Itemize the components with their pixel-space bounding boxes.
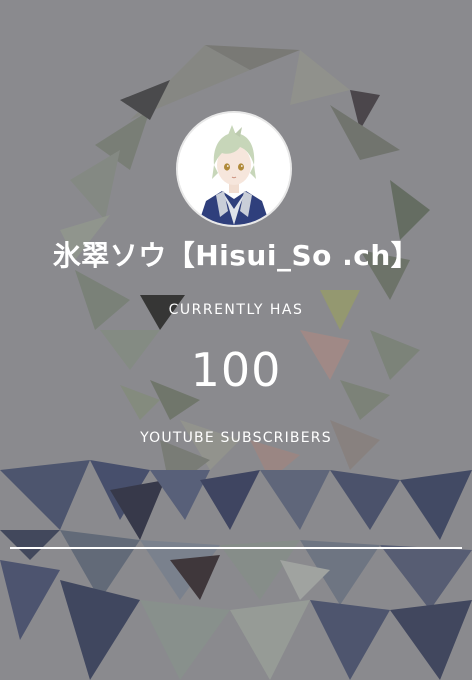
divider-line <box>10 547 462 549</box>
background-dim-overlay <box>0 0 472 680</box>
counter-suffix-label: YOUTUBE SUBSCRIBERS <box>140 430 332 446</box>
counter-prefix-label: CURRENTLY HAS <box>168 302 304 318</box>
channel-name: 氷翠ソウ【Hisui_So .ch】 <box>52 239 420 272</box>
subscriber-counter-card: 氷翠ソウ【Hisui_So .ch】 CURRENTLY HAS 100 YOU… <box>0 0 472 680</box>
channel-avatar <box>178 113 290 225</box>
anime-avatar-icon <box>178 113 290 225</box>
subscriber-count: 100 <box>190 343 282 397</box>
